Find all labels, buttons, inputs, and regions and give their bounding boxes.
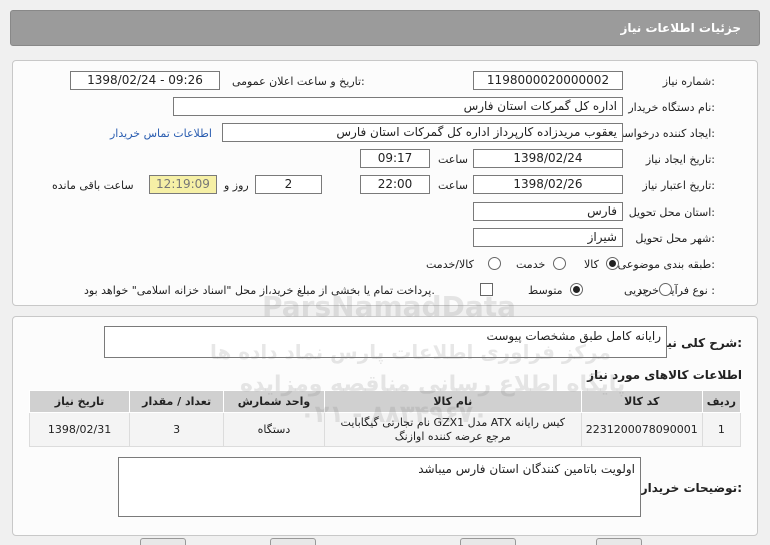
col-unit: واحد شمارش: [223, 390, 325, 413]
process-radio-medium[interactable]: [570, 283, 583, 296]
bottom-button-4[interactable]: [596, 538, 642, 545]
validity-time-label: ساعت: [438, 179, 468, 192]
cell-quantity: 3: [129, 412, 225, 447]
bottom-button-2[interactable]: [270, 538, 316, 545]
city-label: شهر محل تحویل:: [635, 232, 715, 245]
buyer-org-label: نام دستگاه خریدار:: [628, 101, 715, 114]
bottom-button-3[interactable]: [460, 538, 516, 545]
col-item-code: کد کالا: [580, 390, 703, 413]
created-date-field: 1398/02/24: [473, 149, 623, 168]
cell-unit: دستگاه: [223, 412, 325, 447]
category-radio-service[interactable]: [553, 257, 566, 270]
summary-label: شرح کلی نیاز:: [656, 336, 742, 350]
category-radio-goods-service[interactable]: [488, 257, 501, 270]
table-row: 1 2231200078090001 کیس رایانه ATX مدل GZ…: [28, 412, 742, 447]
category-option-goods-service: کالا/خدمت: [426, 258, 474, 271]
days-label: روز و: [224, 179, 249, 192]
summary-field: رایانه کامل طبق مشخصات پیوست: [104, 326, 667, 358]
category-radio-goods[interactable]: [606, 257, 619, 270]
requester-field: یعقوب مریدزاده کارپرداز اداره کل گمرکات …: [222, 123, 623, 142]
announce-field: 1398/02/24 - 09:26: [70, 71, 220, 90]
category-option-goods: کالا: [584, 258, 599, 271]
col-item-name: نام کالا: [323, 390, 582, 413]
cell-need-date: 1398/02/31: [28, 412, 131, 447]
contact-buyer-link[interactable]: اطلاعات تماس خریدار: [110, 127, 212, 140]
items-table: ردیف کد کالا نام کالا واحد شمارش تعداد /…: [28, 390, 742, 447]
process-radio-minor[interactable]: [659, 283, 672, 296]
time-remaining-label: ساعت باقی مانده: [52, 179, 134, 192]
created-date-label: تاریخ ایجاد نیاز:: [645, 153, 715, 166]
page-header: جزئیات اطلاعات نیاز: [10, 10, 760, 46]
bottom-button-1[interactable]: [140, 538, 186, 545]
days-remaining-field: 2: [255, 175, 322, 194]
created-time-field: 09:17: [360, 149, 430, 168]
category-option-service: خدمت: [516, 258, 546, 271]
time-remaining-field: 12:19:09: [149, 175, 217, 194]
cell-item-code: 2231200078090001: [580, 412, 703, 447]
province-field: فارس: [473, 202, 623, 221]
need-number-label: شماره نیاز:: [662, 75, 715, 88]
process-option-minor: جزیی: [624, 284, 650, 297]
validity-date-label: تاریخ اعتبار نیاز:: [642, 179, 715, 192]
col-row-index: ردیف: [701, 390, 742, 413]
announce-label: تاریخ و ساعت اعلان عمومی:: [232, 75, 365, 88]
requester-label: ایجاد کننده درخواست:: [613, 127, 715, 140]
buyer-notes-label: توضیحات خریدار:: [640, 481, 742, 495]
treasury-payment-checkbox[interactable]: [480, 283, 493, 296]
cell-row-index: 1: [701, 412, 742, 447]
province-label: استان محل تحویل:: [628, 206, 715, 219]
city-field: شیراز: [473, 228, 623, 247]
validity-date-field: 1398/02/26: [473, 175, 623, 194]
col-quantity: تعداد / مقدار: [129, 390, 225, 413]
items-table-header: ردیف کد کالا نام کالا واحد شمارش تعداد /…: [28, 390, 742, 413]
category-label: طبقه بندی موضوعی:: [617, 258, 715, 271]
created-time-label: ساعت: [438, 153, 468, 166]
col-need-date: تاریخ نیاز: [28, 390, 131, 413]
buyer-org-field: اداره کل گمرکات استان فارس: [173, 97, 623, 116]
page-title: جزئیات اطلاعات نیاز: [620, 21, 741, 35]
treasury-payment-note: پرداخت تمام یا بخشی از مبلغ خرید،از محل …: [84, 284, 435, 297]
need-number-field: 1198000020000002: [473, 71, 623, 90]
buyer-notes-field: اولویت باتامین کنندگان استان فارس میباشد: [118, 457, 641, 517]
items-section-title: اطلاعات کالاهای مورد نیاز: [587, 368, 742, 382]
process-option-medium: متوسط: [528, 284, 563, 297]
cell-item-name: کیس رایانه ATX مدل GZX1 نام تجارتی گیگاب…: [323, 412, 582, 447]
validity-time-field: 22:00: [360, 175, 430, 194]
